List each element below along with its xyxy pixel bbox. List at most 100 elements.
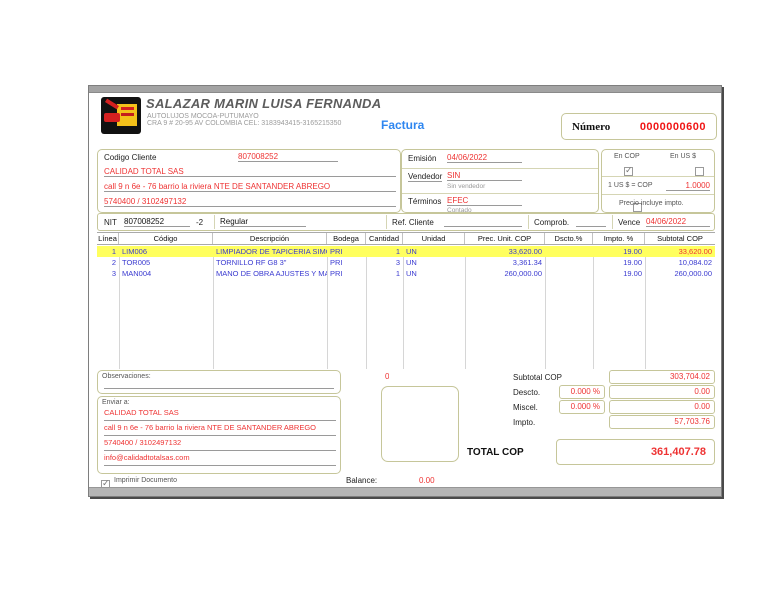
divider (214, 215, 215, 229)
nit-bar: NIT 807008252 -2 Regular Ref. Cliente Co… (97, 213, 715, 231)
en-us-label: En US $ (670, 153, 697, 160)
table-row[interactable]: 1 LIM006 LIMPIADOR DE TAPICERIA SIMONIZ … (97, 246, 715, 257)
invoice-number-value[interactable]: 0000000600 (640, 121, 706, 133)
emission-label: Emisión (408, 154, 437, 163)
col-header-dscto: Dscto.% (545, 233, 593, 244)
ship-to-email-field[interactable]: info@calidadtotalsas.com (104, 453, 336, 466)
ship-to-box: Enviar a: CALIDAD TOTAL SAS call 9 n 6e … (97, 396, 341, 474)
table-row[interactable]: 2 TOR005 TORNILLO RF G8 3" PRI 3 UN 3,36… (97, 257, 715, 268)
cell-unidad: UN (406, 258, 417, 267)
seller-description: Sin vendedor (447, 183, 486, 190)
cell-unidad: UN (406, 247, 417, 256)
ship-to-address-field[interactable]: call 9 n 6e - 76 barrio la riviera NTE D… (104, 423, 336, 436)
cell-codigo: MAN004 (122, 269, 152, 278)
miscellaneous-value: 0.00 (609, 400, 715, 414)
cell-codigo: LIM006 (122, 247, 148, 256)
client-ref-field[interactable] (444, 217, 522, 227)
misc-empty-box (381, 386, 459, 462)
ship-to-name-field[interactable]: CALIDAD TOTAL SAS (104, 408, 336, 421)
due-date-label: Vence (618, 218, 641, 227)
company-subtitle: AUTOLUJOS MOCOA-PUTUMAYO (147, 113, 259, 120)
cell-dscto (545, 246, 593, 257)
client-name-field[interactable]: CALIDAD TOTAL SAS (104, 167, 396, 177)
discount-label: Descto. (513, 388, 541, 397)
terms-field[interactable]: EFEC (447, 196, 522, 206)
cell-subtotal: 260,000.00 (674, 269, 712, 278)
currency-panel: En COP En US $ 1 US $ = COP 1.0000 Preci… (601, 149, 715, 213)
total-label: TOTAL COP (467, 447, 524, 458)
client-address-field[interactable]: call 9 n 6e - 76 barrio la riviera NTE D… (104, 182, 396, 192)
discount-percent-field[interactable]: 0.000 % (559, 385, 605, 399)
exchange-rate-field[interactable]: 1.0000 (666, 181, 710, 191)
divider (386, 215, 387, 229)
emission-date-field[interactable]: 04/06/2022 (447, 153, 522, 163)
col-header-linea: Línea (97, 233, 119, 244)
total-value: 361,407.78 (556, 439, 715, 465)
en-us-checkbox[interactable] (695, 167, 705, 176)
ship-to-phone-field[interactable]: 5740400 / 3102497132 (104, 438, 336, 451)
cell-subtotal: 33,620.00 (678, 247, 712, 256)
cell-cantidad: 1 (395, 247, 400, 256)
cell-descripcion: LIMPIADOR DE TAPICERIA SIMONIZ (216, 247, 327, 256)
subtotal-label: Subtotal COP (513, 373, 562, 382)
window-titlebar[interactable] (89, 86, 721, 93)
col-header-impto: Impto. % (593, 233, 645, 244)
cell-bodega: PRI (330, 258, 343, 267)
client-code-field[interactable]: 807008252 (238, 152, 338, 162)
logo-red-shape (105, 98, 119, 110)
client-panel: Codigo Cliente 807008252 CALIDAD TOTAL S… (97, 149, 401, 213)
nit-check-digit: -2 (196, 218, 204, 227)
invoice-number-label: Número (572, 120, 611, 133)
cell-codigo: TOR005 (122, 258, 151, 267)
col-header-descripcion: Descripción (213, 233, 327, 244)
company-name: SALAZAR MARIN LUISA FERNANDA (146, 96, 382, 111)
cell-linea: 2 (111, 258, 116, 267)
divider (602, 194, 714, 195)
balance-label: Balance: (346, 476, 378, 485)
balance-value: 0.00 (419, 476, 435, 485)
divider (402, 193, 598, 194)
client-phone-field[interactable]: 5740400 / 3102497132 (104, 197, 396, 207)
col-header-cantidad: Cantidad (366, 233, 403, 244)
ship-to-label: Enviar a: (102, 399, 130, 406)
logo-red-shape (121, 113, 134, 116)
en-cop-checkbox[interactable] (624, 165, 633, 176)
document-type-title: Factura (381, 118, 425, 132)
invoice-number-box: Número 0000000600 (561, 113, 717, 140)
cell-bodega: PRI (330, 269, 343, 278)
items-table-header: Línea Código Descripción Bodega Cantidad… (97, 232, 715, 245)
nit-field[interactable]: 807008252 (124, 217, 190, 227)
miscellaneous-percent-field[interactable]: 0.000 % (559, 400, 605, 414)
seller-field[interactable]: SIN (447, 171, 522, 181)
terms-label: Términos (408, 197, 442, 206)
window-bottom-border (89, 487, 721, 496)
cell-cantidad: 1 (395, 269, 400, 278)
table-row[interactable]: 3 MAN004 MANO DE OBRA AJUSTES Y MANTENI … (97, 268, 715, 279)
due-date-field[interactable]: 04/06/2022 (646, 217, 710, 227)
en-cop-label: En COP (614, 153, 640, 160)
divider (612, 215, 613, 229)
cell-bodega: PRI (330, 247, 343, 256)
observations-field[interactable] (104, 379, 334, 389)
cell-impto: 19.00 (623, 258, 642, 267)
nit-label: NIT (104, 218, 117, 227)
cell-prec-unit: 260,000.00 (504, 269, 542, 278)
divider (528, 215, 529, 229)
cell-dscto (545, 257, 593, 268)
items-table-body: 1 LIM006 LIMPIADOR DE TAPICERIA SIMONIZ … (97, 246, 715, 369)
cell-impto: 19.00 (623, 247, 642, 256)
subtotal-value: 303,704.02 (609, 370, 715, 384)
logo-red-shape (121, 107, 134, 110)
divider (402, 168, 598, 169)
exchange-rate-label: 1 US $ = COP (608, 182, 653, 189)
cell-dscto (545, 268, 593, 279)
client-ref-label: Ref. Cliente (392, 218, 434, 227)
comprobante-label: Comprob. (534, 218, 570, 227)
comprobante-field[interactable] (576, 217, 606, 227)
cell-impto: 19.00 (623, 269, 642, 278)
invoice-window: SALAZAR MARIN LUISA FERNANDA AUTOLUJOS M… (88, 85, 722, 497)
discount-value: 0.00 (609, 385, 715, 399)
cell-cantidad: 3 (395, 258, 400, 267)
client-type-field[interactable]: Regular (220, 217, 306, 227)
cell-descripcion: MANO DE OBRA AJUSTES Y MANTENI (216, 269, 327, 278)
